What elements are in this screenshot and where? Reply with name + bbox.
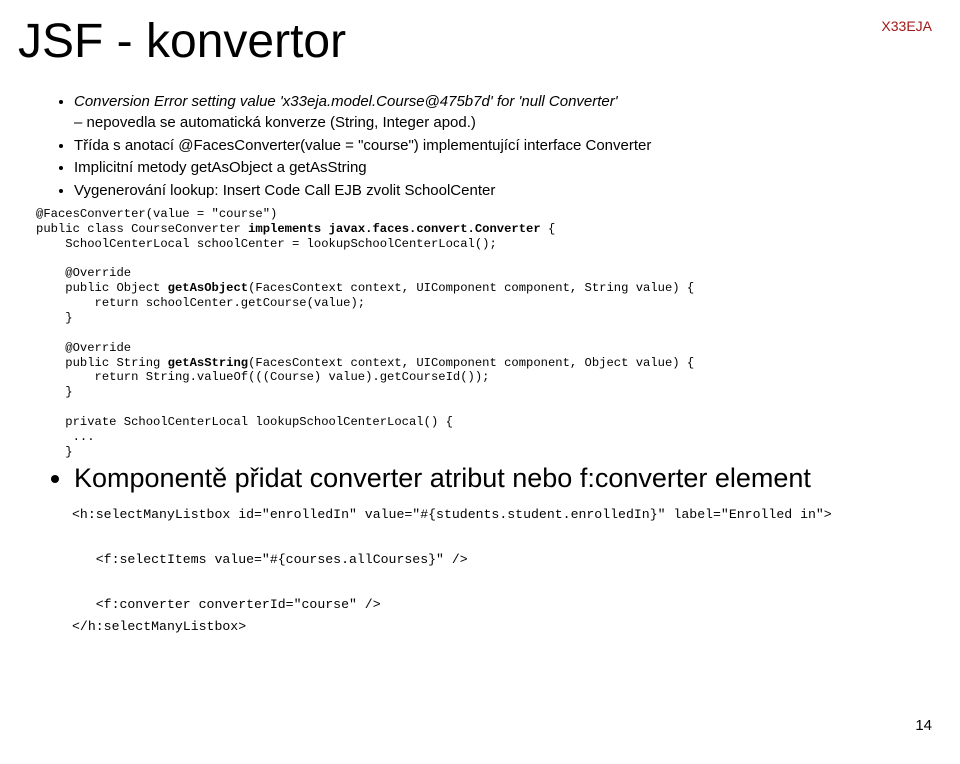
bullet-list: Conversion Error setting value 'x33eja.m…	[30, 93, 930, 201]
big-bullet-item: Komponentě přidat converter atribut nebo…	[74, 462, 930, 494]
course-code-header: X33EJA	[881, 18, 932, 34]
page-number: 14	[915, 717, 932, 734]
big-bullet-list: Komponentě přidat converter atribut nebo…	[30, 462, 930, 494]
bullet-1-main: Conversion Error setting value 'x33eja.m…	[74, 93, 618, 110]
bullet-4: Vygenerování lookup: Insert Code Call EJ…	[74, 182, 930, 201]
slide-body: Conversion Error setting value 'x33eja.m…	[30, 93, 930, 639]
code-block: @FacesConverter(value = "course") public…	[36, 207, 930, 460]
bullet-3: Implicitní metody getAsObject a getAsStr…	[74, 159, 930, 178]
bullet-1: Conversion Error setting value 'x33eja.m…	[74, 93, 930, 133]
xml-block: <h:selectManyListbox id="enrolledIn" val…	[72, 504, 930, 639]
slide-title: JSF - konvertor	[18, 14, 960, 69]
bullet-2: Třída s anotací @FacesConverter(value = …	[74, 137, 930, 156]
bullet-1-sub: nepovedla se automatická konverze (Strin…	[74, 114, 930, 133]
